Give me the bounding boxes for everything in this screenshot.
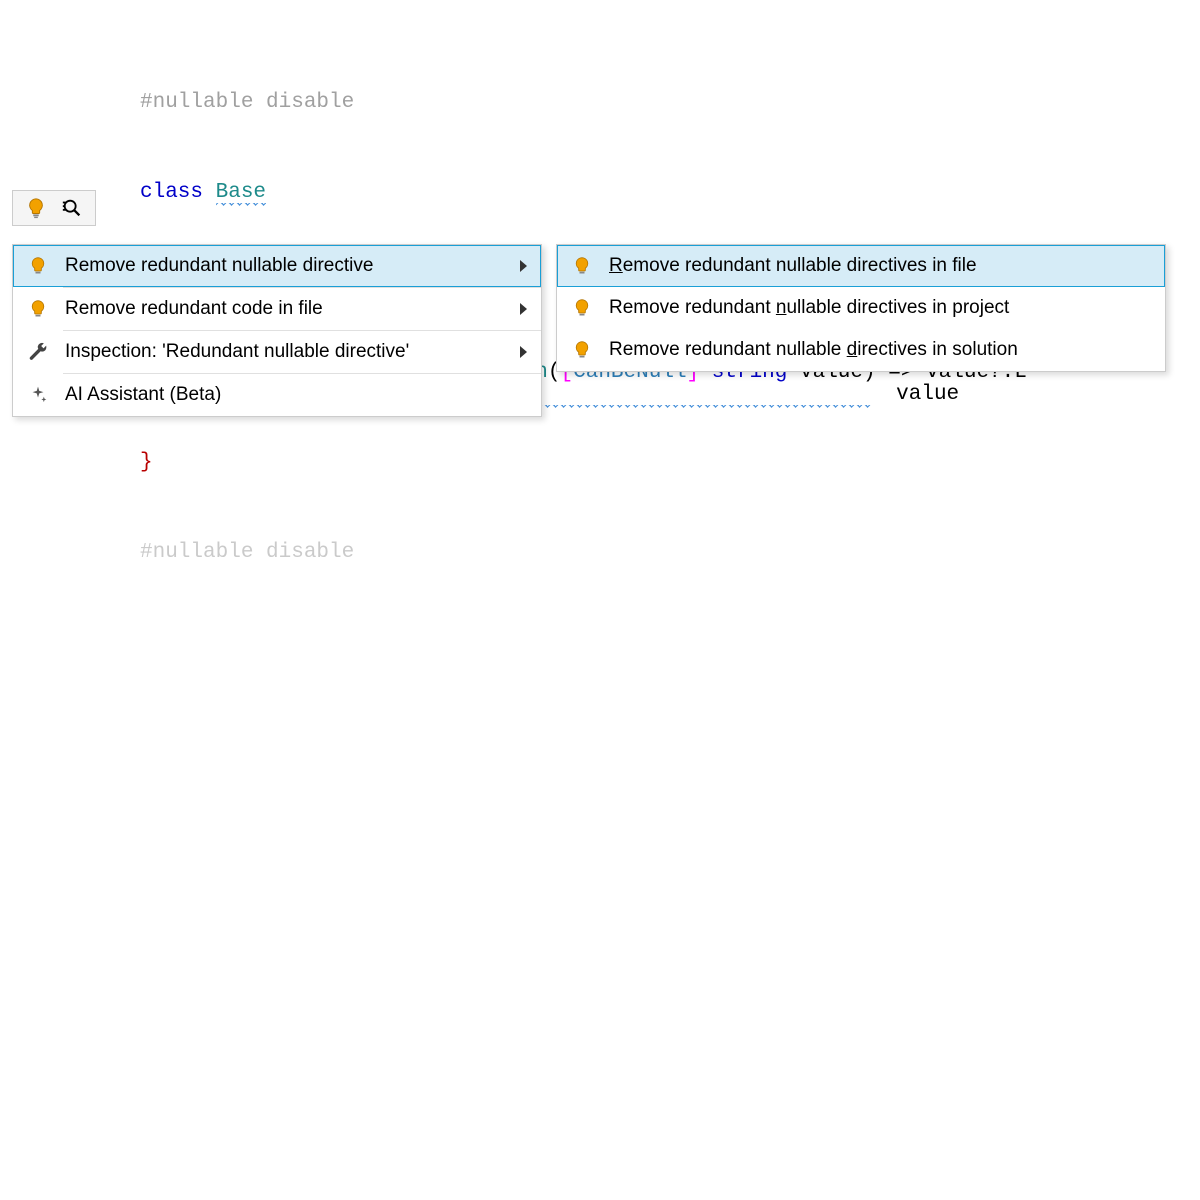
action-indicator[interactable] xyxy=(12,190,96,226)
menu-label: AI Assistant (Beta) xyxy=(65,384,527,406)
menu-label: Remove redundant code in file xyxy=(65,298,494,320)
lightbulb-icon[interactable] xyxy=(25,197,47,219)
submenu-item-remove-project[interactable]: Remove redundant nullable directives in … xyxy=(557,287,1165,329)
directive-nullable-disable-redundant: #nullable disable xyxy=(140,541,354,564)
close-brace: } xyxy=(140,451,153,474)
submenu-arrow-icon xyxy=(520,303,527,315)
quickfix-menu[interactable]: Remove redundant nullable directive Remo… xyxy=(12,244,542,417)
lightbulb-icon xyxy=(27,298,49,320)
submenu-label: Remove redundant nullable directives in … xyxy=(609,297,1151,319)
menu-item-remove-redundant-code[interactable]: Remove redundant code in file xyxy=(13,288,541,330)
wrench-icon xyxy=(27,341,49,363)
keyword-class: class xyxy=(140,181,203,204)
directive-nullable-disable: #nullable disable xyxy=(140,91,354,114)
submenu-item-remove-solution[interactable]: Remove redundant nullable directives in … xyxy=(557,329,1165,371)
lightbulb-icon xyxy=(571,297,593,319)
menu-item-inspection[interactable]: Inspection: 'Redundant nullable directiv… xyxy=(13,331,541,373)
menu-label: Remove redundant nullable directive xyxy=(65,255,494,277)
sparkle-icon xyxy=(27,384,49,406)
lightbulb-icon xyxy=(571,255,593,277)
lightbulb-icon xyxy=(27,255,49,277)
submenu-arrow-icon xyxy=(520,260,527,272)
lightbulb-icon xyxy=(571,339,593,361)
class-name-base: Base xyxy=(216,181,266,206)
inspect-icon[interactable] xyxy=(61,197,83,219)
submenu-item-remove-file[interactable]: Remove redundant nullable directives in … xyxy=(557,245,1165,287)
quickfix-submenu[interactable]: Remove redundant nullable directives in … xyxy=(556,244,1166,372)
submenu-label: Remove redundant nullable directives in … xyxy=(609,339,1151,361)
menu-item-ai-assistant[interactable]: AI Assistant (Beta) xyxy=(13,374,541,416)
menu-item-remove-redundant-nullable[interactable]: Remove redundant nullable directive xyxy=(13,245,541,287)
menu-label: Inspection: 'Redundant nullable directiv… xyxy=(65,341,494,363)
submenu-arrow-icon xyxy=(520,346,527,358)
submenu-label: Remove redundant nullable directives in … xyxy=(609,255,1151,277)
